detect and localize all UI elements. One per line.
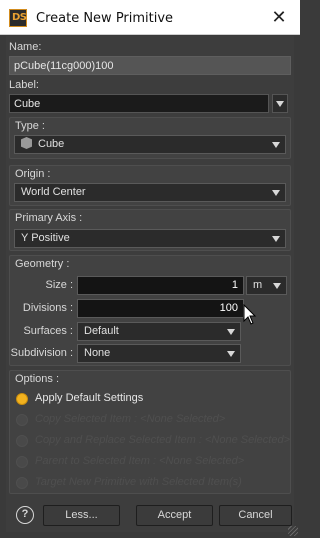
chevron-down-icon <box>272 142 280 148</box>
chevron-down-icon <box>272 190 280 196</box>
cancel-button[interactable]: Cancel <box>219 505 292 526</box>
divisions-field[interactable]: 100 <box>77 299 244 318</box>
options-group: Options : Apply Default Settings Copy Se… <box>9 370 291 494</box>
subdivision-select[interactable]: None <box>77 344 241 363</box>
primary-axis-title: Primary Axis : <box>15 212 83 224</box>
subdivision-label: Subdivision : <box>10 347 73 359</box>
copy-selected-label: Copy Selected Item : <None Selected> <box>35 413 226 425</box>
chevron-down-icon <box>272 236 280 242</box>
size-label: Size : <box>45 279 73 291</box>
unit-select[interactable]: m <box>246 276 287 295</box>
type-select[interactable]: Cube <box>14 135 286 154</box>
origin-group: Origin : World Center <box>9 165 291 206</box>
daz-studio-logo-icon: DS <box>9 9 27 27</box>
origin-title: Origin : <box>15 168 51 180</box>
primary-axis-group: Primary Axis : Y Positive <box>9 209 291 251</box>
copy-replace-label: Copy and Replace Selected Item : <None S… <box>35 434 290 446</box>
surfaces-select[interactable]: Default <box>77 322 241 341</box>
copy-replace-radio[interactable] <box>16 435 28 447</box>
close-icon[interactable]: ✕ <box>267 6 291 30</box>
name-field[interactable]: pCube(11cg000)100 <box>9 56 291 75</box>
mouse-pointer-icon <box>243 304 257 325</box>
label-dropdown-button[interactable] <box>272 94 288 113</box>
name-label: Name: <box>9 41 42 53</box>
help-button[interactable]: ? <box>16 506 34 524</box>
chevron-down-icon <box>273 283 281 289</box>
target-new-primitive-radio[interactable] <box>16 477 28 489</box>
parent-to-selected-radio[interactable] <box>16 456 28 468</box>
options-title: Options : <box>15 373 60 385</box>
less-button[interactable]: Less... <box>43 505 120 526</box>
type-group: Type : Cube <box>9 117 291 159</box>
apply-default-label: Apply Default Settings <box>35 392 144 404</box>
surfaces-label: Surfaces : <box>23 325 73 337</box>
copy-selected-radio[interactable] <box>16 414 28 426</box>
chevron-down-icon <box>276 101 284 107</box>
dialog-body: Name: pCube(11cg000)100 Label: Cube Type… <box>6 36 294 532</box>
cube-icon <box>21 137 32 149</box>
title-bar: DS Create New Primitive ✕ <box>0 0 300 35</box>
resize-grip-icon[interactable] <box>288 526 298 536</box>
type-title: Type : <box>15 120 45 132</box>
parent-to-selected-label: Parent to Selected Item : <None Selected… <box>35 455 245 467</box>
divisions-label: Divisions : <box>22 302 73 314</box>
chevron-down-icon <box>227 329 235 335</box>
label-field[interactable]: Cube <box>9 94 269 113</box>
window-title: Create New Primitive <box>36 11 174 26</box>
target-new-primitive-label: Target New Primitive with Selected Item(… <box>35 476 242 488</box>
primary-axis-select[interactable]: Y Positive <box>14 229 286 248</box>
chevron-down-icon <box>227 351 235 357</box>
accept-button[interactable]: Accept <box>136 505 213 526</box>
size-field[interactable]: 1 <box>77 276 244 295</box>
apply-default-radio[interactable] <box>16 393 28 405</box>
origin-select[interactable]: World Center <box>14 183 286 202</box>
label-label: Label: <box>9 79 39 91</box>
geometry-title: Geometry : <box>15 258 70 270</box>
